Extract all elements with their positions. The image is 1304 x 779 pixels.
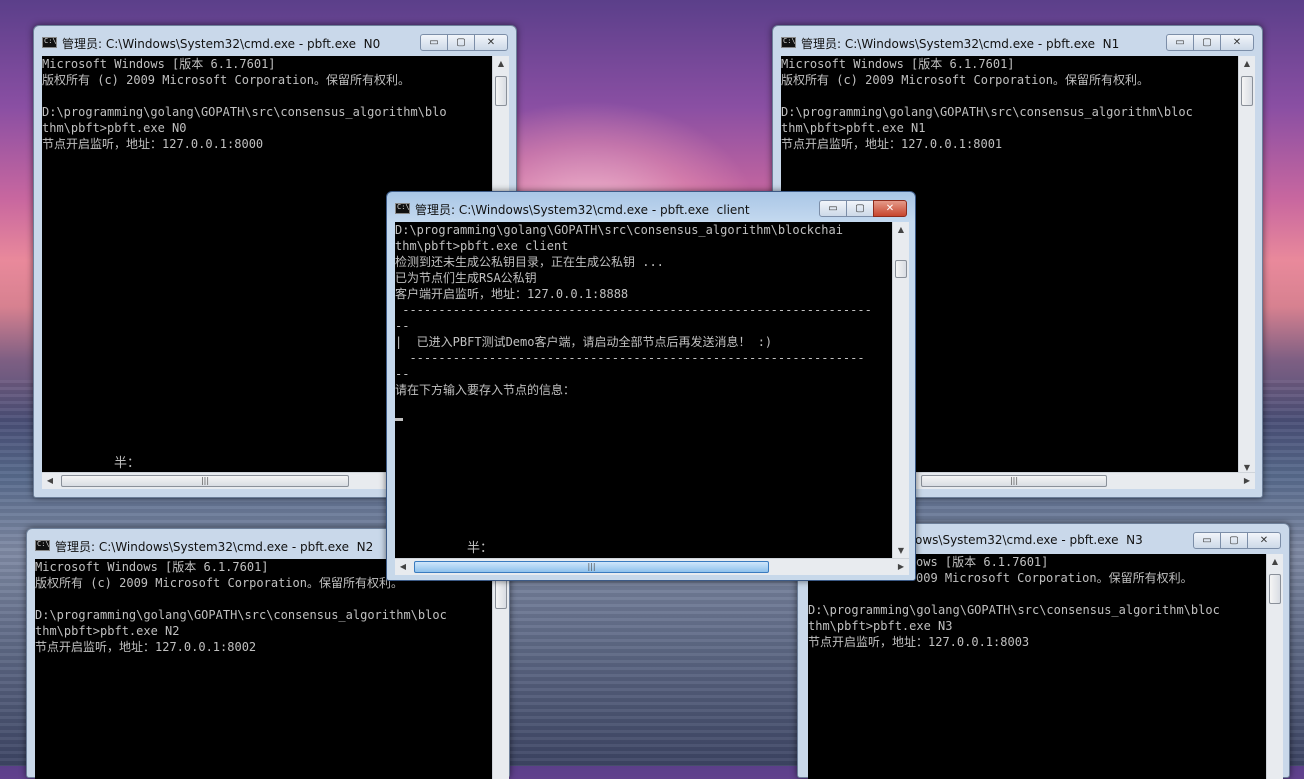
scroll-thumb[interactable]: ||| [61, 475, 349, 487]
titlebar[interactable]: 管理员: C:\Windows\System32\cmd.exe - pbft.… [34, 26, 516, 56]
console-line: 节点开启监听，地址：127.0.0.1:8003 [808, 635, 1030, 649]
scroll-right-icon[interactable]: ▶ [893, 559, 909, 575]
cmd-icon[interactable] [42, 37, 57, 48]
console-line: D:\programming\golang\GOPATH\src\consens… [781, 105, 1193, 119]
vertical-scrollbar[interactable]: ▲ [492, 559, 509, 779]
minimize-button[interactable]: ▭ [1193, 532, 1221, 549]
scroll-down-icon[interactable]: ▼ [893, 543, 909, 559]
console-output[interactable]: Microsoft Windows [版本 6.1.7601] 版权所有 (c)… [35, 559, 492, 779]
titlebar[interactable]: 管理员: C:\Windows\System32\cmd.exe - pbft.… [773, 26, 1262, 56]
console-line: D:\programming\golang\GOPATH\src\consens… [808, 603, 1220, 617]
console-output[interactable]: D:\programming\golang\GOPATH\src\consens… [395, 222, 892, 559]
scroll-left-icon[interactable]: ◀ [42, 473, 58, 489]
window-title: 管理员: C:\Windows\System32\cmd.exe - pbft.… [801, 37, 1120, 51]
scroll-thumb[interactable]: ||| [921, 475, 1107, 487]
console-line: 节点开启监听，地址：127.0.0.1:8002 [35, 640, 257, 654]
vertical-scrollbar[interactable]: ▲ ▼ [1238, 56, 1255, 476]
window-title: 管理员: C:\Windows\System32\cmd.exe - pbft.… [415, 203, 750, 217]
console-line: -- [395, 367, 410, 381]
scroll-up-icon[interactable]: ▲ [1267, 554, 1283, 570]
maximize-button[interactable]: ▢ [1193, 34, 1221, 51]
close-button[interactable]: ✕ [873, 200, 907, 217]
scroll-right-icon[interactable]: ▶ [1239, 473, 1255, 489]
close-button[interactable]: ✕ [474, 34, 508, 51]
console-line: Microsoft Windows [版本 6.1.7601] [781, 57, 1015, 71]
scroll-thumb[interactable] [895, 260, 907, 278]
scroll-thumb[interactable] [1269, 574, 1281, 604]
minimize-button[interactable]: ▭ [1166, 34, 1194, 51]
console-line: thm\pbft>pbft.exe client [395, 239, 569, 253]
text-cursor [395, 418, 403, 421]
console-line: ----------------------------------------… [395, 303, 872, 317]
console-line: 检测到还未生成公私钥目录，正在生成公私钥 ... [395, 255, 664, 269]
scroll-left-icon[interactable]: ◀ [395, 559, 411, 575]
vertical-scrollbar[interactable]: ▲ [1266, 554, 1283, 779]
vertical-scrollbar[interactable]: ▲ ▼ [892, 222, 909, 559]
console-line: Microsoft Windows [版本 6.1.7601] [42, 57, 276, 71]
console-line: thm\pbft>pbft.exe N3 [808, 619, 953, 633]
close-button[interactable]: ✕ [1247, 532, 1281, 549]
console-line: 版权所有 (c) 2009 Microsoft Corporation。保留所有… [42, 73, 410, 87]
scroll-thumb[interactable]: ||| [414, 561, 769, 573]
console-line: D:\programming\golang\GOPATH\src\consens… [395, 223, 843, 237]
window-title: 管理员: C:\Windows\System32\cmd.exe - pbft.… [62, 37, 381, 51]
maximize-button[interactable]: ▢ [447, 34, 475, 51]
maximize-button[interactable]: ▢ [1220, 532, 1248, 549]
minimize-button[interactable]: ▭ [420, 34, 448, 51]
cmd-icon[interactable] [781, 37, 796, 48]
scroll-up-icon[interactable]: ▲ [493, 56, 509, 72]
ime-indicator: 半： [467, 541, 494, 556]
minimize-button[interactable]: ▭ [819, 200, 847, 217]
console-line: thm\pbft>pbft.exe N1 [781, 121, 926, 135]
titlebar[interactable]: 管理员: C:\Windows\System32\cmd.exe - pbft.… [387, 192, 915, 222]
horizontal-scrollbar[interactable]: ◀ ||| ▶ [395, 558, 909, 575]
console-line: thm\pbft>pbft.exe N2 [35, 624, 180, 638]
console-line: D:\programming\golang\GOPATH\src\consens… [42, 105, 447, 119]
console-line: 节点开启监听，地址：127.0.0.1:8001 [781, 137, 1003, 151]
cmd-icon[interactable] [35, 540, 50, 551]
window-client[interactable]: 管理员: C:\Windows\System32\cmd.exe - pbft.… [386, 191, 916, 581]
scroll-thumb[interactable] [495, 76, 507, 106]
console-line: -- [395, 319, 410, 333]
console-line: 版权所有 (c) 2009 Microsoft Corporation。保留所有… [781, 73, 1149, 87]
ime-indicator: 半： [114, 456, 141, 471]
console-line: 节点开启监听，地址：127.0.0.1:8000 [42, 137, 264, 151]
console-line: D:\programming\golang\GOPATH\src\consens… [35, 608, 447, 622]
scroll-up-icon[interactable]: ▲ [893, 222, 909, 238]
console-output[interactable]: ows [版本 6.1.7601] 009 Microsoft Corporat… [808, 554, 1266, 779]
window-title: ows\System32\cmd.exe - pbft.exe N3 [915, 533, 1143, 547]
maximize-button[interactable]: ▢ [846, 200, 874, 217]
input-line[interactable] [395, 398, 892, 421]
console-line: 已为节点们生成RSA公私钥 [395, 271, 537, 285]
console-line: ----------------------------------------… [395, 351, 865, 365]
console-line: | 已进入PBFT测试Demo客户端，请启动全部节点后再发送消息！ :) [395, 335, 773, 349]
console-line: 客户端开启监听，地址：127.0.0.1:8888 [395, 287, 629, 301]
scroll-thumb[interactable] [495, 579, 507, 609]
console-line: thm\pbft>pbft.exe N0 [42, 121, 187, 135]
console-line: 请在下方输入要存入节点的信息： [395, 383, 576, 397]
close-button[interactable]: ✕ [1220, 34, 1254, 51]
scroll-up-icon[interactable]: ▲ [1239, 56, 1255, 72]
scroll-thumb[interactable] [1241, 76, 1253, 106]
window-title: 管理员: C:\Windows\System32\cmd.exe - pbft.… [55, 540, 374, 554]
cmd-icon[interactable] [395, 203, 410, 214]
